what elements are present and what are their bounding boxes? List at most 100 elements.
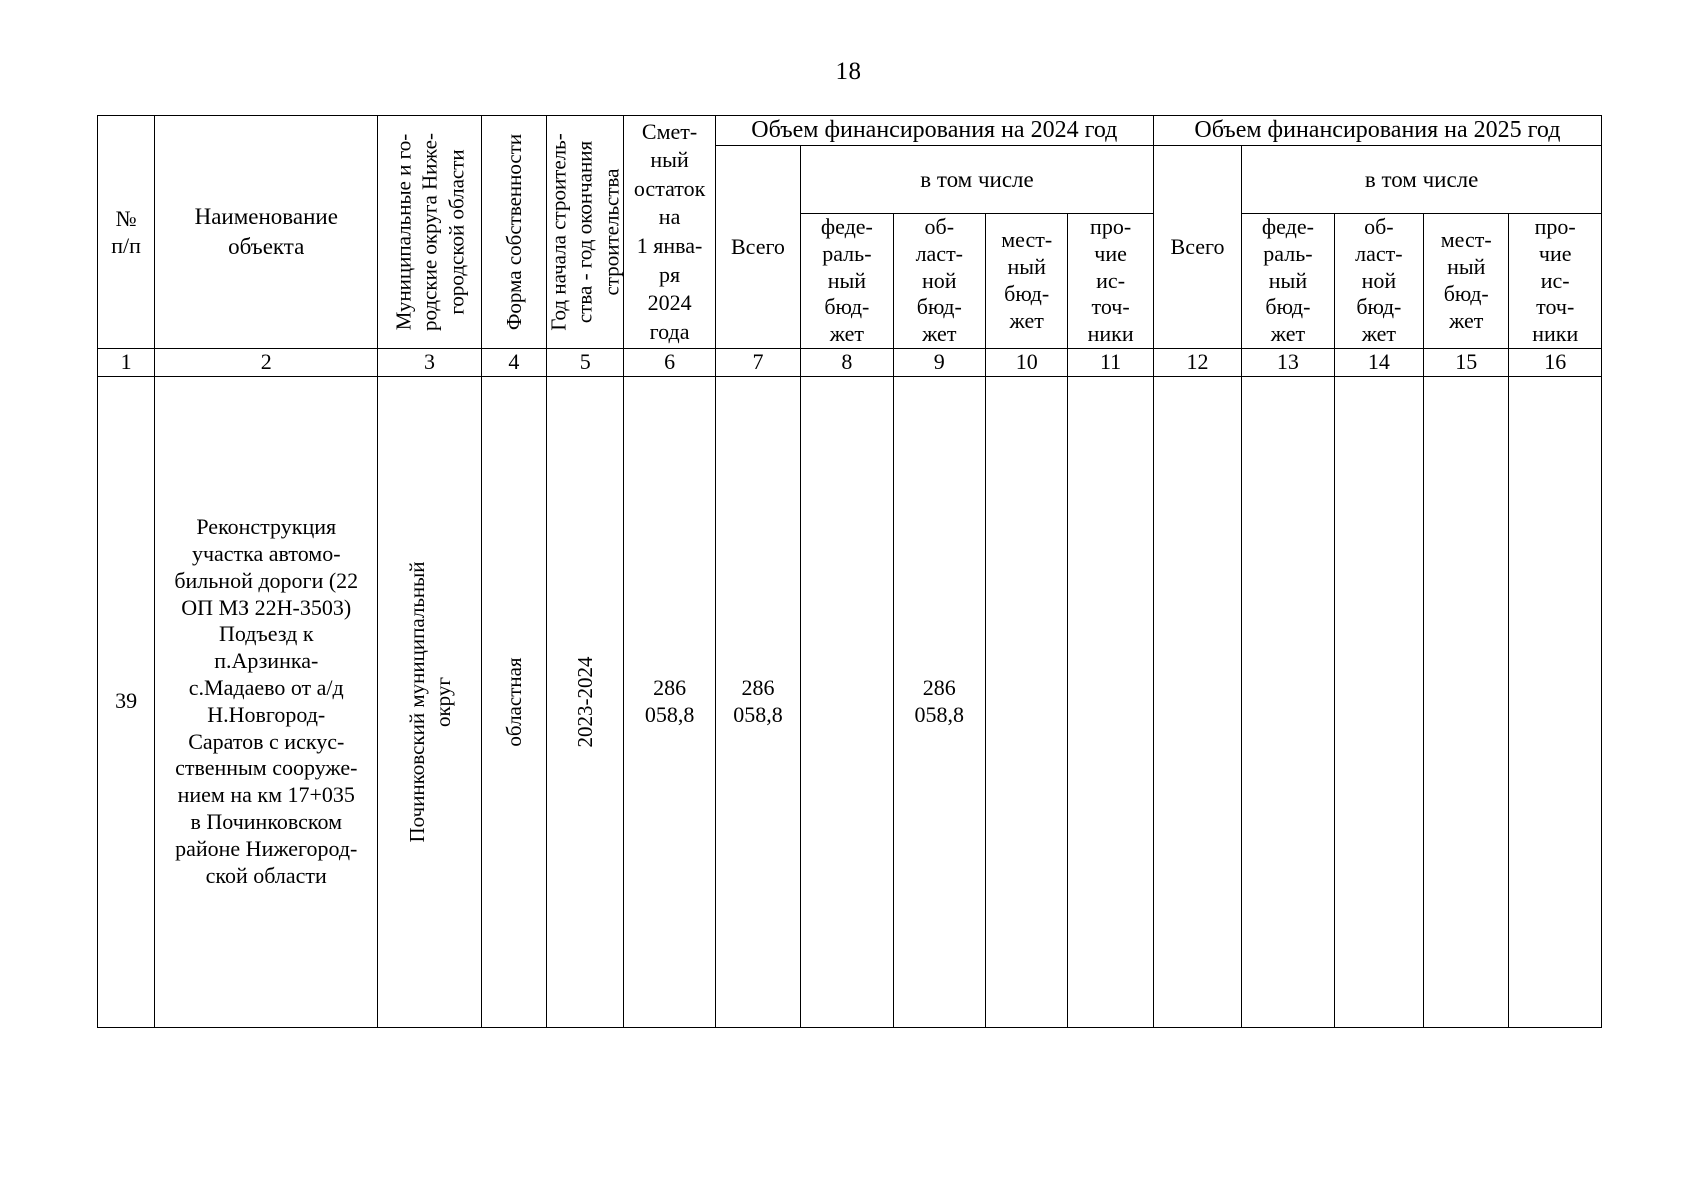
object-name-l7: с.Мадаево от а/д (188, 675, 344, 700)
header-2024-local-l3: бюд- (1004, 280, 1050, 306)
row-2025-other (1508, 375, 1602, 1028)
header-2025-other-l3: ис- (1540, 267, 1570, 293)
header-2025-regional-l5: жет (1361, 321, 1396, 347)
row-years: 2023-2024 (546, 375, 625, 1028)
header-2024-federal-l1: феде- (820, 213, 873, 239)
object-name-l2: участка автомо- (191, 540, 341, 566)
object-name-l3: бильной дороги (22 (174, 567, 359, 593)
column-number-4: 4 (480, 348, 548, 377)
header-2024-in-which: в том числе (800, 145, 1154, 214)
header-years: Год начала строитель-ства - год окончани… (546, 115, 625, 349)
object-name-l1: Реконструкция (196, 514, 337, 540)
header-ownership: Форма собственности (480, 115, 548, 349)
column-number-8: 8 (800, 348, 894, 377)
header-2024-local-l4: жет (1009, 307, 1044, 333)
header-estimate-balance: Смет- ный остаток на 1 янва- ря 2024 год… (623, 115, 716, 349)
object-name-l9: Саратов с искус- (188, 728, 345, 754)
column-number-7: 7 (714, 348, 802, 377)
object-name-l11: нием на км 17+035 (177, 782, 355, 808)
header-2024-federal-l4: бюд- (824, 294, 870, 320)
header-2025-local-l2: ный (1447, 254, 1486, 280)
header-2024-regional-l4: бюд- (916, 294, 962, 320)
header-2024-other-l3: ис- (1096, 267, 1126, 293)
header-2025-federal: феде- раль- ный бюд- жет (1241, 212, 1335, 350)
header-estimate-l6: ря (659, 261, 681, 287)
header-object-name-line2: объекта (228, 234, 305, 259)
row-estimate-balance-l1: 286 (653, 675, 687, 700)
row-2024-local (984, 375, 1069, 1028)
header-years-label: Год начала строитель-ства - год окончани… (546, 133, 624, 331)
budget-table-container: № п/п Наименование объекта Муниципальные… (96, 114, 1603, 1028)
column-number-13: 13 (1241, 348, 1335, 377)
header-2024-other-l5: ники (1087, 321, 1134, 347)
header-estimate-l5: 1 янва- (636, 233, 703, 258)
column-number-9: 9 (892, 348, 987, 377)
row-2024-federal (800, 375, 894, 1028)
row-estimate-balance: 286 058,8 (623, 375, 716, 1028)
column-number-14: 14 (1333, 348, 1425, 377)
header-2025-regional-l3: ной (1361, 267, 1397, 293)
header-2024-regional-l2: ласт- (915, 240, 964, 266)
column-number-2: 2 (154, 348, 379, 377)
column-number-10: 10 (984, 348, 1069, 377)
header-2024-other-l4: точ- (1091, 294, 1130, 320)
header-2025-regional-l4: бюд- (1356, 294, 1402, 320)
header-2024-federal: феде- раль- ный бюд- жет (800, 212, 894, 350)
row-object-name: Реконструкция участка автомо- бильной до… (154, 375, 379, 1028)
header-2025-in-which: в том числе (1241, 145, 1602, 214)
header-2025-local-l1: мест- (1440, 227, 1492, 253)
header-group-2025: Объем финансирования на 2025 год (1152, 114, 1603, 147)
budget-table: № п/п Наименование объекта Муниципальные… (96, 114, 1603, 1028)
column-number-5: 5 (546, 348, 625, 377)
row-2024-total-l2: 058,8 (733, 701, 783, 727)
column-number-1: 1 (96, 348, 156, 377)
header-2025-other-l2: чие (1538, 240, 1572, 266)
header-2024-federal-l2: раль- (822, 240, 872, 266)
header-estimate-l8: года (649, 318, 690, 344)
row-2024-total: 286 058,8 (714, 375, 802, 1028)
header-estimate-l4: на (658, 204, 681, 230)
row-2025-regional (1333, 375, 1425, 1028)
header-2025-other-l4: точ- (1536, 294, 1575, 320)
header-2025-federal-l5: жет (1270, 321, 1306, 347)
header-estimate-l1: Смет- (641, 118, 698, 144)
header-group-row: № п/п Наименование объекта Муниципальные… (96, 114, 1603, 349)
header-2025-federal-l1: феде- (1261, 213, 1314, 239)
header-2025-other-l1: про- (1534, 213, 1576, 239)
header-2025-regional-l2: ласт- (1355, 240, 1403, 266)
header-2025-total: Всего (1152, 145, 1243, 349)
column-number-15: 15 (1423, 348, 1510, 377)
row-index: 39 (96, 375, 156, 1028)
column-number-11: 11 (1067, 348, 1154, 377)
header-2025-federal-l4: бюд- (1265, 294, 1311, 320)
object-name-l6: п.Арзинка- (214, 648, 319, 674)
object-name-l13: районе Нижегород- (175, 835, 358, 861)
row-municipality: Починковский муниципальный округ (377, 375, 482, 1028)
row-municipality-label: Починковский муниципальный округ (404, 561, 455, 843)
header-2024-regional-l1: об- (924, 213, 955, 239)
header-2024-local-l1: мест- (1001, 227, 1053, 253)
header-2025-local: мест- ный бюд- жет (1423, 212, 1510, 350)
header-2025-federal-l3: ный (1268, 267, 1308, 293)
header-municipality-label: Муниципальные и го-родские округа Ниже-г… (391, 133, 468, 331)
object-name-l12: в Починковском (190, 809, 343, 835)
header-estimate-l3: остаток (633, 175, 706, 201)
row-2025-total (1152, 375, 1243, 1028)
row-2024-other (1067, 375, 1154, 1028)
row-2025-federal (1241, 375, 1335, 1028)
header-2024-federal-l3: ный (827, 267, 867, 293)
column-number-3: 3 (377, 348, 482, 377)
header-estimate-l7: 2024 (647, 290, 692, 316)
row-years-label: 2023-2024 (573, 656, 598, 748)
header-2025-local-l4: жет (1449, 307, 1484, 333)
row-2024-regional-l2: 058,8 (914, 701, 965, 727)
row-ownership-label: областная (501, 657, 526, 747)
row-2024-regional: 286 058,8 (892, 375, 987, 1028)
header-2024-other: про- чие ис- точ- ники (1067, 212, 1154, 350)
header-2025-other-l5: ники (1532, 321, 1579, 347)
header-municipality: Муниципальные и го-родские округа Ниже-г… (377, 115, 482, 349)
column-number-6: 6 (623, 348, 716, 377)
header-col-number-line1: № (115, 205, 137, 231)
header-2025-regional: об- ласт- ной бюд- жет (1333, 212, 1425, 350)
header-2024-regional: об- ласт- ной бюд- жет (892, 212, 987, 350)
